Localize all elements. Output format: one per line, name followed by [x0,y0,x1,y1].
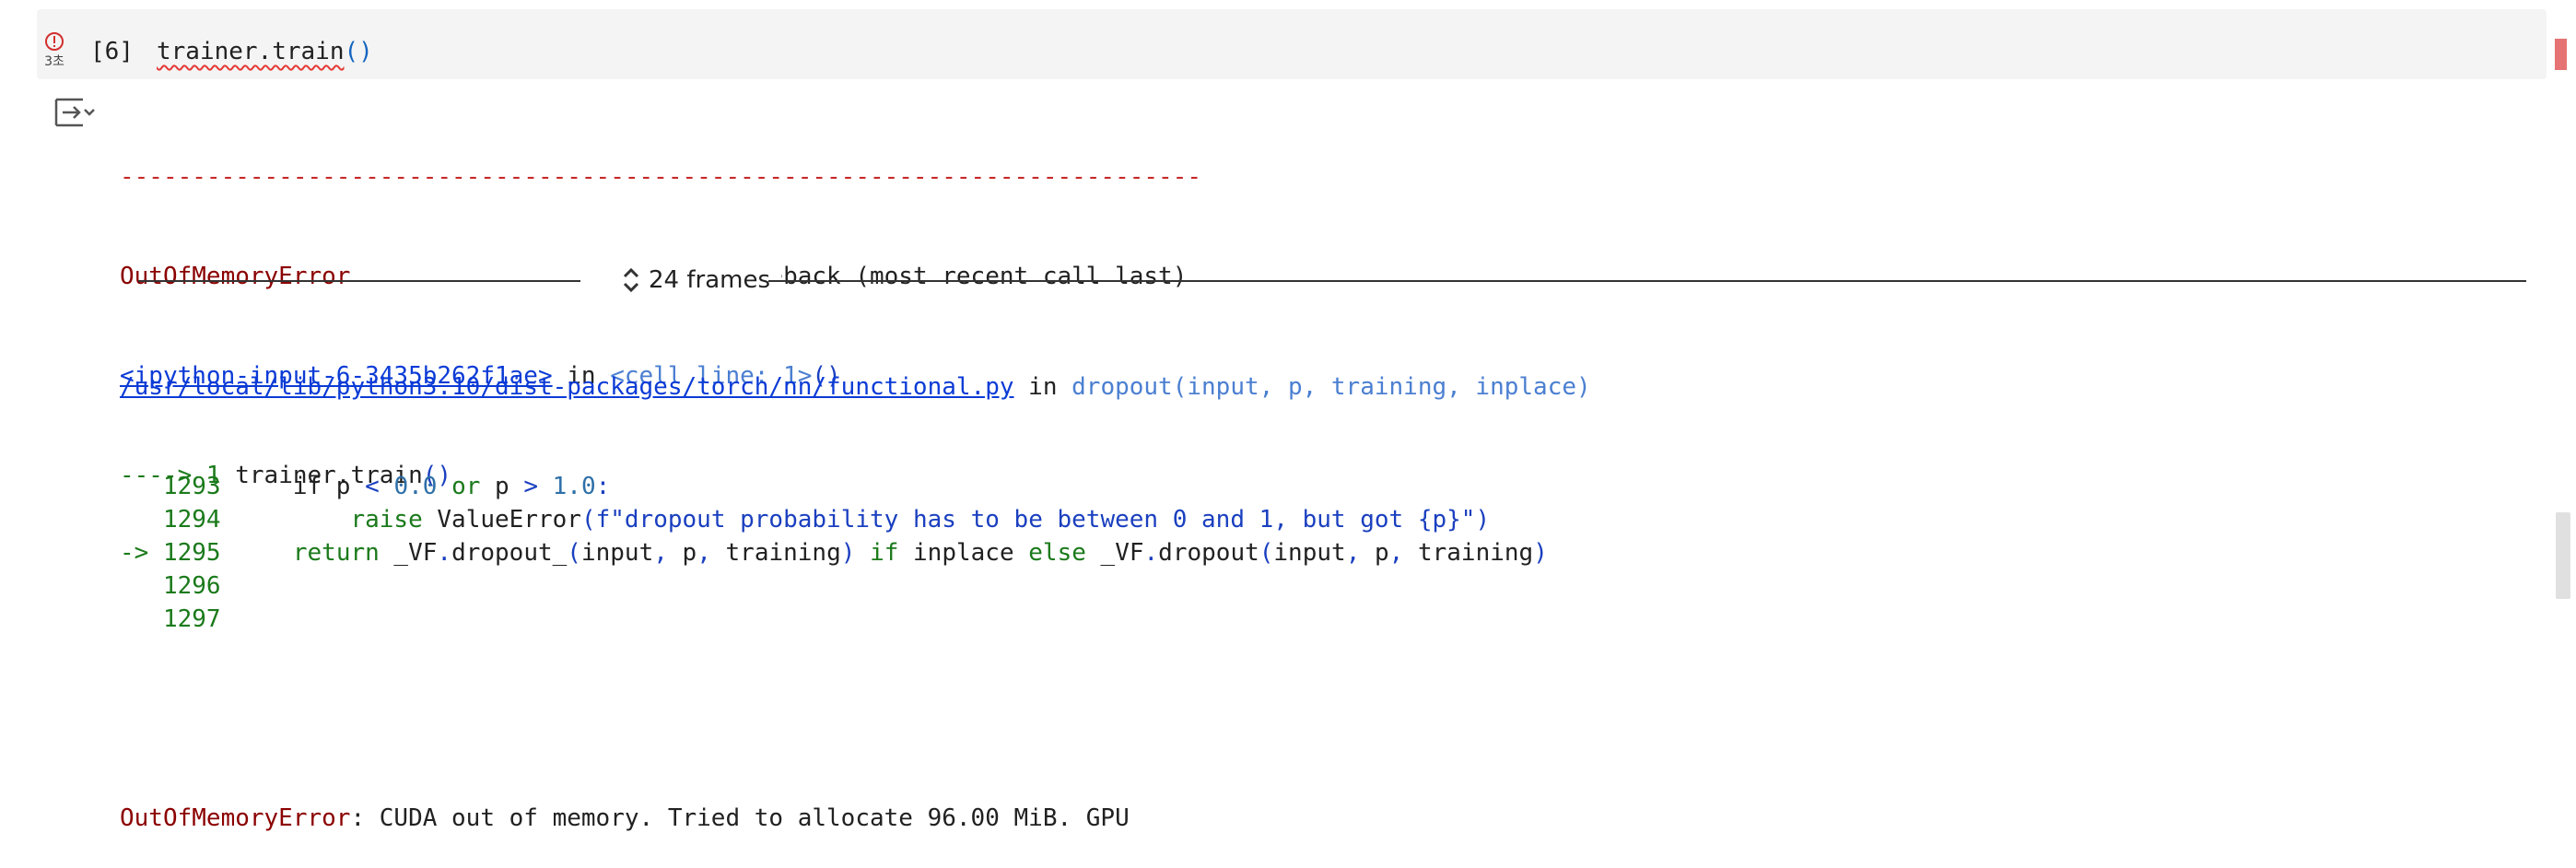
vertical-scrollbar[interactable] [2556,512,2570,599]
code-token-object: trainer.train [157,38,345,65]
source-line: 1296 [120,569,1591,603]
code-token: ValueError [422,506,581,534]
code-token: or [451,473,481,500]
code-token: (f"dropout probability has to be between… [580,506,1491,534]
code-token: else [1028,539,1086,567]
in-word: in [1013,373,1072,401]
code-token: raise [350,506,423,534]
execution-time: 3초 [44,54,64,69]
code-token: input [580,539,654,567]
cell-error-status[interactable]: 3초 [41,31,68,77]
code-token: ) [1533,539,1548,567]
line-number: 1296 [120,572,221,600]
code-token: 0.0 [393,473,438,500]
expand-collapse-icon [623,267,639,293]
frame2-file-link[interactable]: /usr/local/lib/python3.10/dist-packages/… [120,373,1014,401]
code-token: , [697,539,711,567]
line-number: 1294 [120,506,221,534]
code-token: ( [1259,539,1274,567]
code-token: > [523,473,538,500]
code-token: < [365,473,380,500]
error-circle-icon [45,32,64,51]
code-token: p [667,539,697,567]
code-token: _VF [379,539,438,567]
output-actions-icon[interactable] [53,96,96,129]
code-token: ( [567,539,581,567]
code-token: : [595,473,611,500]
frames-rule-left [138,280,580,282]
code-token: training [710,539,841,567]
code-token: , [653,539,668,567]
error-scroll-marker [2555,39,2567,70]
code-token: p [1360,539,1389,567]
code-token: , [1388,539,1404,567]
code-token: . [437,539,452,567]
line-number: 1293 [120,473,221,500]
code-token: , [1345,539,1361,567]
frames-count-label: 24 frames [649,266,770,294]
code-token: . [1143,539,1159,567]
code-token: 1.0 [552,473,596,500]
code-token: _VF [1085,539,1144,567]
traceback-frame-2: /usr/local/lib/python3.10/dist-packages/… [120,304,1591,868]
code-token: inplace [898,539,1029,567]
code-token: input [1273,539,1346,567]
code-token: dropout [1158,539,1259,567]
frames-rule-right [768,280,2526,282]
source-line: 1294 raise ValueError(f"dropout probabil… [120,503,1591,536]
source-lines: 1293 if p < 0.0 or p > 1.0: 1294 raise V… [120,470,1591,636]
collapsed-frames-row: 24 frames [138,260,2526,299]
code-token: p [480,473,524,500]
final-error-message: : CUDA out of memory. Tried to allocate … [350,804,1130,832]
code-token: if p [220,473,366,500]
source-line: 1297 [120,603,1591,636]
source-line: -> 1295 return _VF.dropout_(input, p, tr… [120,536,1591,569]
code-editor-line[interactable]: trainer.train() [157,35,373,68]
final-error-line: OutOfMemoryError: CUDA out of memory. Tr… [120,802,1591,835]
traceback-separator: ----------------------------------------… [120,163,1201,191]
code-token: dropout_ [451,539,568,567]
code-token: training [1403,539,1534,567]
source-line: 1293 if p < 0.0 or p > 1.0: [120,470,1591,503]
line-number: 1297 [120,605,221,633]
frame2-line: /usr/local/lib/python3.10/dist-packages/… [120,370,1591,404]
code-cell-input[interactable]: 3초 [6] trainer.train() [37,9,2567,79]
final-error-name: OutOfMemoryError [120,804,351,832]
code-token-parens: () [344,38,373,65]
expand-frames-button[interactable]: 24 frames [610,264,781,297]
frame2-function: dropout(input, p, training, inplace) [1071,373,1591,401]
code-token: return [292,539,380,567]
line-number: -> 1295 [120,539,221,567]
code-token: ) [840,539,856,567]
code-token: if [870,539,899,567]
execution-count: [6] [90,38,134,65]
